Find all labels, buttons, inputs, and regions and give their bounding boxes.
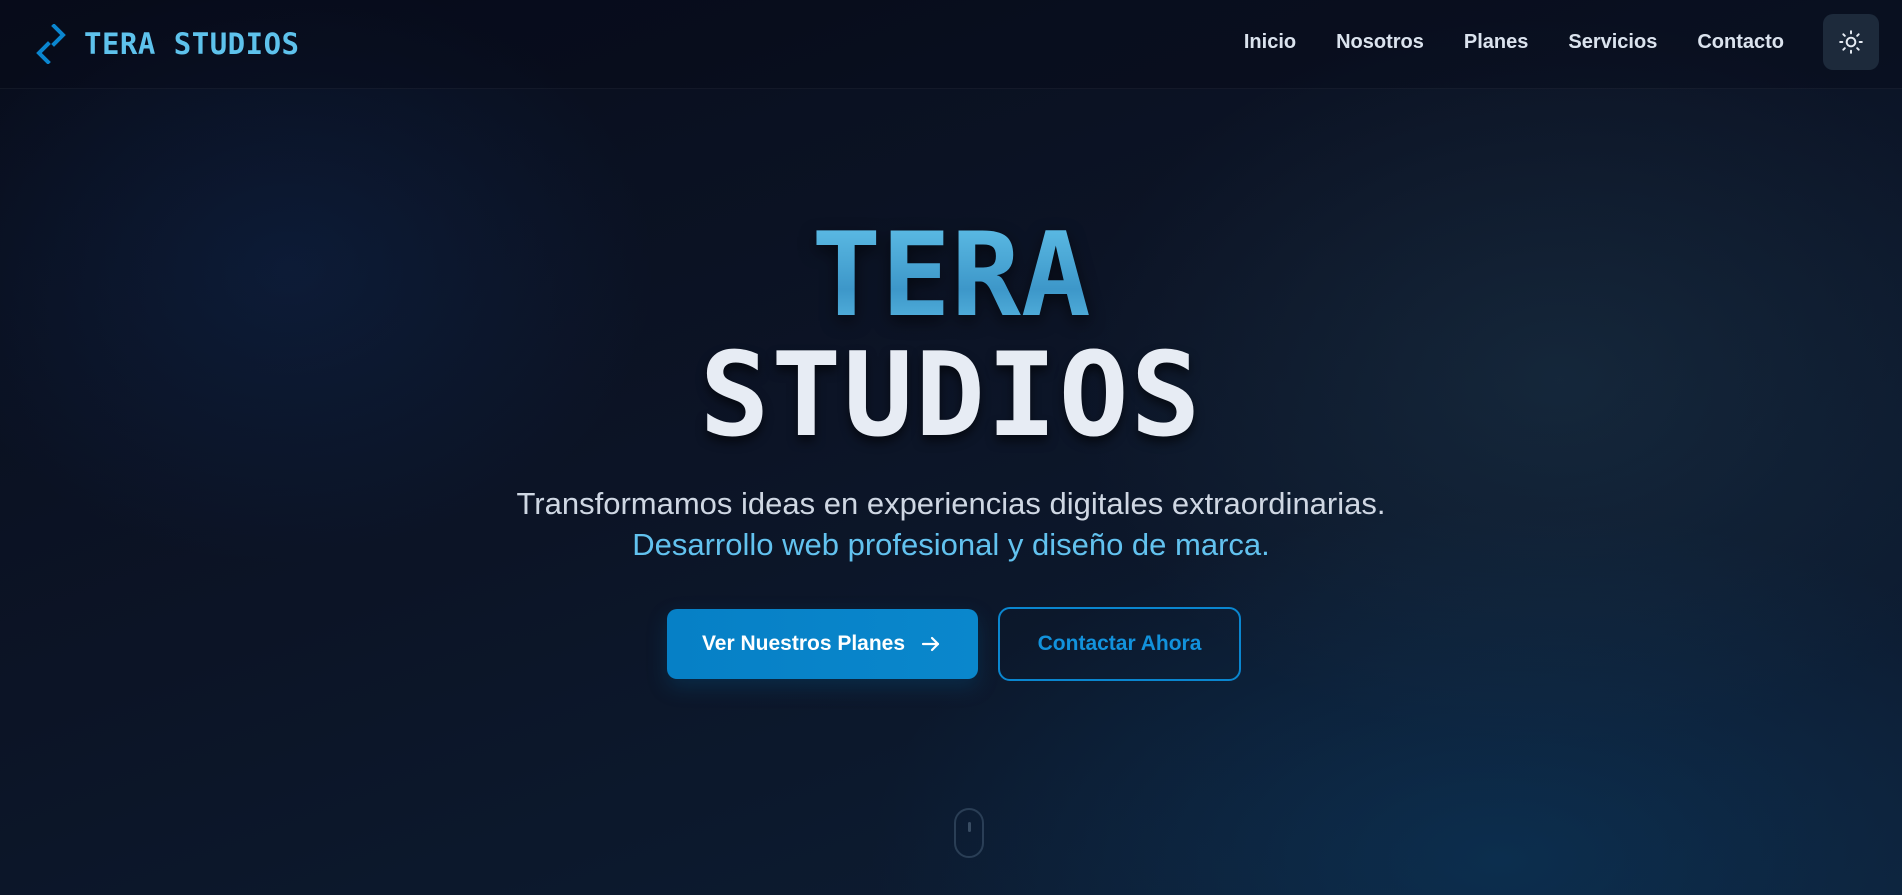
- hero-tagline-accent: Desarrollo web profesional y diseño de m…: [632, 527, 1270, 562]
- hero-title-studios: STUDIOS: [699, 328, 1203, 463]
- brand-name: TERA STUDIOS: [84, 27, 300, 61]
- nav-link-inicio[interactable]: Inicio: [1244, 31, 1296, 54]
- mouse-scroll-icon[interactable]: [954, 808, 984, 858]
- navbar: TERA STUDIOS Inicio Nosotros Planes Serv…: [0, 0, 1902, 89]
- view-plans-button-label: Ver Nuestros Planes: [701, 632, 906, 655]
- contact-now-button-label: Contactar Ahora: [1037, 632, 1202, 655]
- sun-icon: [1839, 30, 1863, 54]
- main-nav: Inicio Nosotros Planes Servicios Contact…: [1244, 0, 1784, 84]
- scroll-wheel-dot: [968, 822, 971, 832]
- arrow-right-icon: [921, 636, 940, 652]
- hero-title-tera: TERA: [0, 212, 1902, 340]
- view-plans-button[interactable]: Ver Nuestros Planes: [667, 609, 978, 679]
- brand-logo-link[interactable]: TERA STUDIOS: [34, 22, 300, 66]
- contact-now-button[interactable]: Contactar Ahora: [998, 607, 1241, 681]
- nav-link-servicios[interactable]: Servicios: [1568, 31, 1657, 54]
- chevron-brackets-logo-icon: [36, 24, 66, 64]
- nav-link-contacto[interactable]: Contacto: [1697, 31, 1784, 54]
- nav-link-planes[interactable]: Planes: [1464, 31, 1528, 54]
- nav-link-nosotros[interactable]: Nosotros: [1336, 31, 1424, 54]
- hero-tagline: Transformamos ideas en experiencias digi…: [516, 486, 1386, 521]
- theme-toggle-button[interactable]: [1823, 14, 1879, 70]
